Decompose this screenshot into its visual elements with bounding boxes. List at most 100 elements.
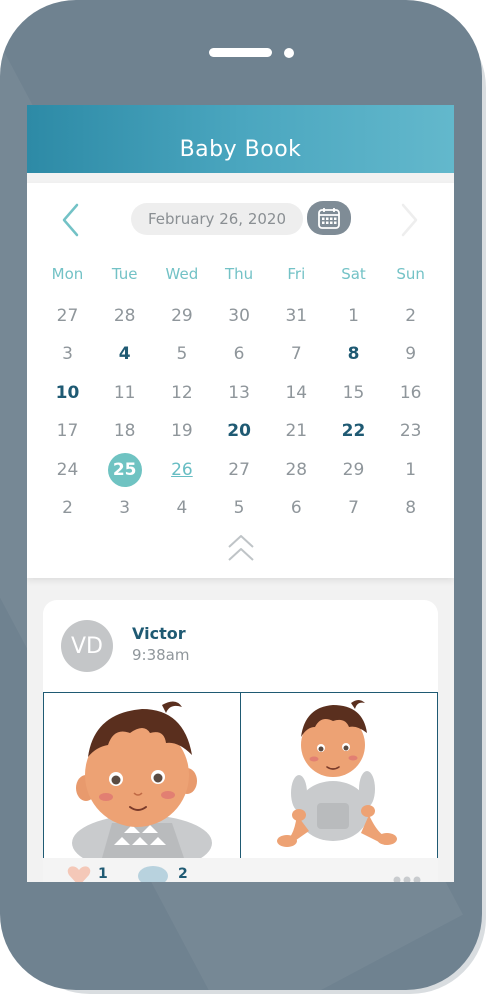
calendar-day-number: 3 (119, 498, 131, 518)
calendar-day[interactable]: 11 (96, 375, 153, 411)
calendar-day-number: 6 (233, 344, 245, 365)
calendar-day[interactable]: 4 (96, 336, 153, 372)
baby-sitting-illustration (277, 700, 397, 847)
calendar-day[interactable]: 29 (153, 298, 210, 334)
chevron-left-icon (62, 203, 79, 237)
calendar-day[interactable]: 28 (268, 452, 325, 488)
calendar-day[interactable]: 17 (39, 413, 96, 449)
calendar-day[interactable]: 6 (211, 336, 268, 372)
calendar-day[interactable]: 22 (325, 413, 382, 449)
calendar-day-number: 14 (285, 382, 308, 403)
calendar-day[interactable]: 7 (268, 336, 325, 372)
calendar-day[interactable]: 5 (153, 336, 210, 372)
calendar-day-number: 6 (290, 498, 302, 518)
next-month-button[interactable] (397, 203, 421, 237)
photo-baby-closeup[interactable] (44, 693, 240, 858)
weekday-label: Fri (287, 265, 306, 283)
calendar-day[interactable]: 5 (211, 490, 268, 526)
calendar-day[interactable]: 10 (39, 375, 96, 411)
calendar-day-number: 24 (56, 459, 79, 480)
calendar-day[interactable]: 14 (268, 375, 325, 411)
weekday-label: Tue (111, 265, 138, 283)
selected-date-display[interactable]: February 26, 2020 (131, 203, 303, 235)
calendar-day[interactable]: 4 (153, 490, 210, 526)
calendar-day-number: 3 (62, 344, 73, 365)
calendar-day[interactable]: 24 (39, 452, 96, 488)
like-count: 1 (98, 866, 108, 882)
calendar-day[interactable]: 31 (268, 298, 325, 334)
double-chevron-up-icon (228, 535, 254, 561)
calendar-day[interactable]: 3 (96, 490, 153, 526)
weekday-label: Wed (165, 265, 199, 283)
calendar-day-number: 4 (118, 344, 131, 365)
app-header: Baby Book (27, 105, 454, 173)
calendar-day[interactable]: 15 (325, 375, 382, 411)
previous-month-button[interactable] (59, 203, 83, 237)
calendar-day[interactable]: 6 (268, 490, 325, 526)
calendar-day-number: 10 (55, 382, 80, 403)
calendar-picker-button[interactable] (307, 201, 351, 235)
calendar-day-number: 20 (227, 421, 251, 442)
like-button[interactable] (67, 866, 91, 882)
calendar-day[interactable]: 19 (153, 413, 210, 449)
calendar-icon (318, 208, 340, 229)
calendar-day-number: 7 (290, 344, 302, 365)
calendar-day-number: 31 (285, 306, 308, 326)
avatar-initials: VD (71, 633, 103, 659)
calendar-day[interactable]: 2 (382, 298, 439, 334)
calendar-day-selected[interactable]: 25 (96, 452, 153, 488)
selected-date-label: February 26, 2020 (147, 210, 287, 228)
comment-button[interactable] (137, 865, 169, 882)
collapse-calendar-button[interactable] (227, 534, 255, 564)
calendar-day-number: 26 (171, 459, 193, 480)
calendar-day-number: 23 (399, 421, 422, 442)
calendar-day-number: 27 (56, 306, 79, 326)
calendar-day[interactable]: 26 (153, 452, 210, 488)
weekday-label: Thu (225, 265, 254, 283)
calendar-day-number: 29 (342, 459, 365, 480)
calendar-day-number: 17 (56, 421, 79, 442)
calendar-day-number: 25 (107, 452, 142, 487)
calendar-day-number: 16 (399, 382, 422, 403)
calendar-day-number: 30 (228, 306, 250, 326)
calendar-day[interactable]: 27 (211, 452, 268, 488)
calendar-day[interactable]: 16 (382, 375, 439, 411)
weekday-label: Mon (51, 265, 84, 283)
calendar-day-number: 15 (342, 382, 365, 403)
calendar-day[interactable]: 2 (39, 490, 96, 526)
calendar-day[interactable]: 21 (268, 413, 325, 449)
calendar-day[interactable]: 3 (39, 336, 96, 372)
calendar-day[interactable]: 27 (39, 298, 96, 334)
calendar-day-number: 28 (113, 306, 136, 326)
calendar-day[interactable]: 9 (382, 336, 439, 372)
calendar-day[interactable]: 30 (211, 298, 268, 334)
calendar-day-number: 27 (228, 459, 250, 480)
weekday-label: Sun (396, 265, 425, 283)
calendar-day[interactable]: 1 (325, 298, 382, 334)
calendar-day-number: 18 (113, 421, 136, 442)
calendar-day[interactable]: 28 (96, 298, 153, 334)
more-options-button[interactable] (393, 869, 421, 882)
calendar-day[interactable]: 8 (382, 490, 439, 526)
calendar-day[interactable]: 12 (153, 375, 210, 411)
calendar-day[interactable]: 29 (325, 452, 382, 488)
calendar-day-number: 13 (228, 382, 250, 403)
photo-baby-sitting[interactable] (240, 693, 437, 858)
heart-icon (67, 866, 91, 882)
calendar-day-number: 29 (171, 306, 193, 326)
phone-camera (284, 48, 294, 58)
calendar-day[interactable]: 23 (382, 413, 439, 449)
calendar-day[interactable]: 7 (325, 490, 382, 526)
calendar-day-number: 2 (405, 306, 417, 326)
post-card: VD Victor 9:38am 1 2 (43, 600, 438, 882)
comment-count: 2 (178, 866, 188, 882)
calendar-day[interactable]: 13 (211, 375, 268, 411)
post-author[interactable]: Victor (132, 624, 186, 643)
post-time: 9:38am (132, 646, 190, 664)
more-dots-icon (393, 876, 421, 882)
calendar-day[interactable]: 8 (325, 336, 382, 372)
calendar-day[interactable]: 1 (382, 452, 439, 488)
avatar[interactable]: VD (61, 620, 113, 672)
calendar-day[interactable]: 20 (211, 413, 268, 449)
calendar-day[interactable]: 18 (96, 413, 153, 449)
